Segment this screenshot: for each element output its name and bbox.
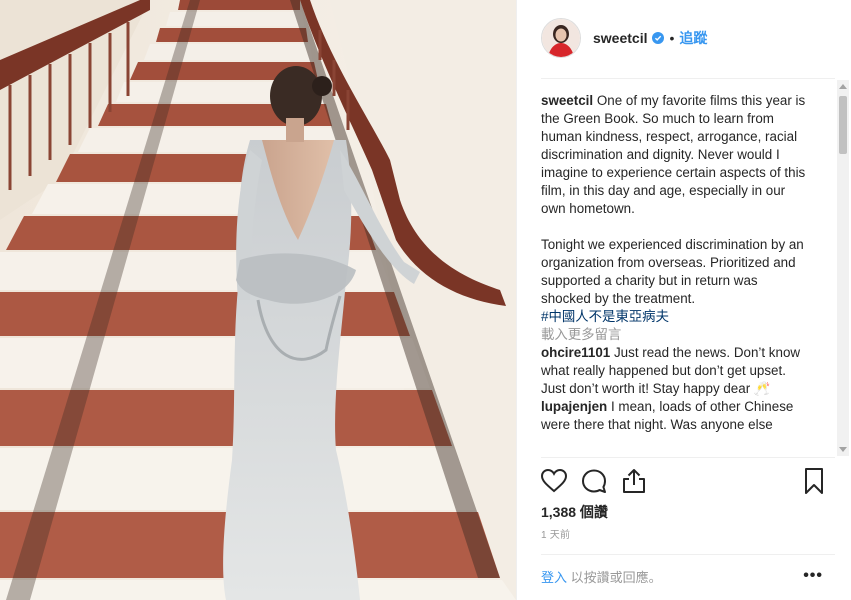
separator-dot: •: [669, 30, 675, 46]
avatar[interactable]: [541, 18, 581, 58]
scroll-down-arrow-icon[interactable]: [839, 447, 847, 452]
caption-paragraph: Tonight we experienced discrimination by…: [541, 237, 804, 306]
likes-count[interactable]: 1,388 個讚: [541, 502, 608, 522]
divider: [541, 554, 835, 555]
comments-scrollbar[interactable]: [837, 80, 849, 456]
divider: [541, 457, 835, 458]
caption-text: One of my favorite films this year is th…: [541, 93, 806, 216]
load-more-comments-button[interactable]: 載入更多留言: [541, 326, 811, 344]
comment-bubble-icon[interactable]: [579, 466, 609, 496]
hashtag-link[interactable]: #中國人不是東亞病夫: [541, 309, 669, 324]
action-bar: [539, 466, 829, 496]
follow-button[interactable]: 追蹤: [679, 28, 707, 48]
post-author-username[interactable]: sweetcil: [593, 30, 647, 46]
post-timestamp[interactable]: 1 天前: [541, 526, 570, 541]
post-details-panel: sweetcil • 追蹤 sweetcil One of my favorit…: [516, 0, 851, 600]
avatar-image: [542, 19, 580, 57]
photo-illustration: [0, 0, 516, 600]
divider: [541, 78, 835, 79]
login-prompt-text: 以按讚或回應。: [570, 570, 662, 585]
post-header: sweetcil • 追蹤: [541, 16, 835, 60]
bookmark-icon[interactable]: [799, 466, 829, 496]
more-options-button[interactable]: •••: [803, 567, 823, 585]
share-icon[interactable]: [619, 466, 649, 496]
heart-icon[interactable]: [539, 466, 569, 496]
login-prompt: 登入 以按讚或回應。: [541, 567, 662, 586]
caption: sweetcil One of my favorite films this y…: [541, 92, 811, 218]
comment-username[interactable]: ohcire1101: [541, 345, 610, 360]
login-link[interactable]: 登入: [541, 570, 567, 585]
comments-list: sweetcil One of my favorite films this y…: [541, 92, 811, 455]
scroll-up-arrow-icon[interactable]: [839, 84, 847, 89]
comment-username[interactable]: lupajenjen: [541, 399, 607, 414]
verified-badge-icon: [652, 32, 665, 44]
comment-item: ohcire1101 Just read the news. Don’t kno…: [541, 344, 811, 398]
scrollbar-thumb[interactable]: [839, 96, 847, 154]
caption-username[interactable]: sweetcil: [541, 93, 593, 108]
comment-item: lupajenjen I mean, loads of other Chines…: [541, 398, 811, 434]
post-photo[interactable]: [0, 0, 516, 600]
